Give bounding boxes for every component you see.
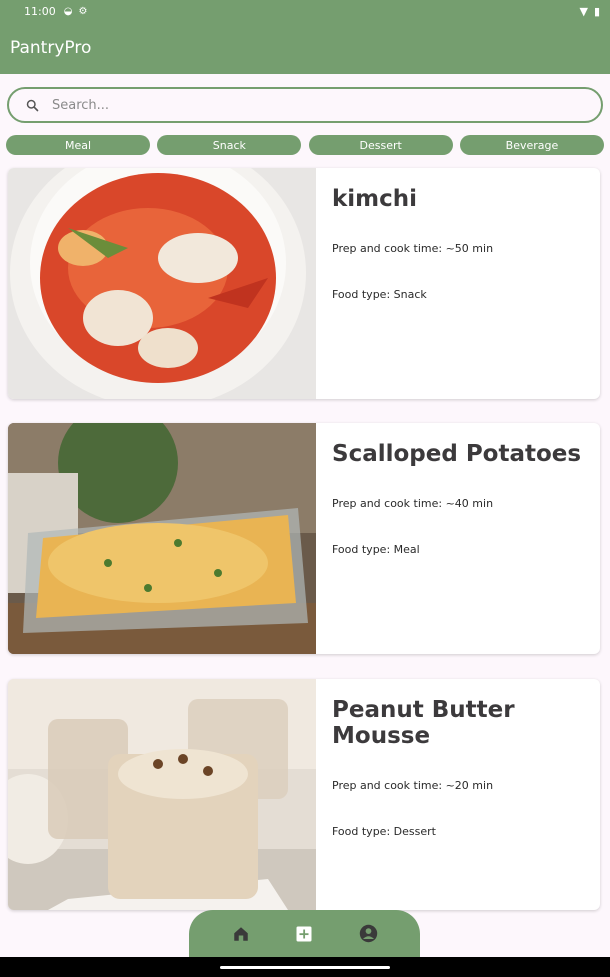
recipe-name: kimchi	[332, 186, 418, 212]
recipe-prep-time: Prep and cook time: ~40 min	[332, 497, 494, 510]
nav-profile[interactable]	[354, 920, 382, 948]
recipe-image	[8, 423, 316, 654]
status-time: 11:00	[24, 4, 56, 18]
recipe-card[interactable]: Peanut Butter Mousse Prep and cook time:…	[8, 679, 600, 910]
filter-chip-beverage[interactable]: Beverage	[459, 135, 604, 155]
app-title: PantryPro	[10, 38, 92, 58]
filter-chip-meal[interactable]: Meal	[6, 135, 150, 155]
filter-chip-dessert[interactable]: Dessert	[308, 135, 453, 155]
battery-icon: ▮	[593, 4, 600, 18]
settings-status-icon: ⚙	[78, 5, 88, 17]
home-icon	[234, 926, 248, 941]
search-bar[interactable]	[7, 87, 603, 123]
nav-home[interactable]	[227, 920, 255, 948]
recipe-name: Scalloped Potatoes	[332, 441, 582, 467]
recipe-image	[8, 679, 316, 910]
app-bar: PantryPro	[0, 22, 610, 74]
recipe-food-type: Food type: Meal	[332, 543, 420, 556]
recipe-name: Peanut Butter Mousse	[332, 697, 515, 749]
gesture-handle[interactable]	[220, 966, 390, 969]
nav-add[interactable]	[290, 920, 318, 948]
recipe-prep-time: Prep and cook time: ~20 min	[332, 779, 494, 792]
search-icon	[26, 99, 39, 111]
recipe-food-type: Food type: Dessert	[332, 825, 436, 838]
wifi-icon: ▼	[579, 4, 588, 18]
search-input[interactable]	[52, 97, 552, 113]
recipe-card[interactable]: kimchi Prep and cook time: ~50 min Food …	[8, 168, 600, 399]
recipe-card[interactable]: Scalloped Potatoes Prep and cook time: ~…	[8, 423, 600, 654]
add-icon	[296, 926, 312, 941]
notification-icon: ◒	[63, 5, 73, 17]
bottom-nav	[189, 910, 420, 957]
recipe-image	[8, 168, 316, 399]
recipe-prep-time: Prep and cook time: ~50 min	[332, 242, 494, 255]
filter-chip-snack[interactable]: Snack	[157, 135, 302, 155]
recipe-food-type: Food type: Snack	[332, 288, 427, 301]
filter-chips: Meal Snack Dessert Beverage	[6, 135, 604, 155]
system-nav-bar	[0, 957, 610, 977]
profile-icon	[359, 924, 377, 943]
status-bar: 11:00 ◒ ⚙ ▼ ▮	[0, 0, 610, 22]
